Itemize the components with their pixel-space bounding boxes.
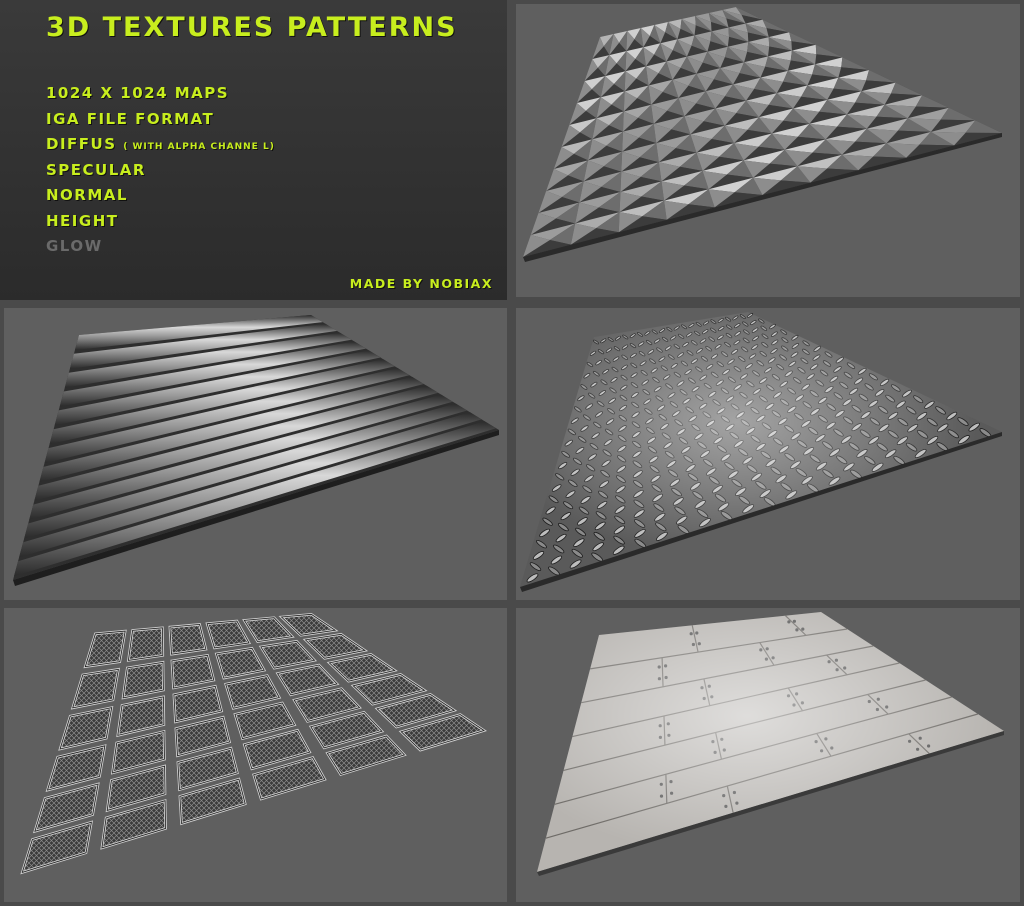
spec-label: GLOW: [46, 237, 103, 255]
diamond-plate-render: [520, 312, 1002, 592]
spec-label: NORMAL: [46, 186, 128, 204]
spec-item-height: HEIGHT: [46, 212, 275, 238]
preview-pyramid-studs: [516, 4, 1020, 297]
info-panel: 3D TEXTURES PATTERNS 1024 X 1024 MAPS IG…: [0, 0, 507, 300]
preview-corrugated: [4, 308, 507, 600]
preview-riveted-plates: [516, 608, 1020, 902]
spec-note: ( WITH ALPHA CHANNE L): [123, 142, 275, 152]
spec-item-glow: GLOW: [46, 237, 275, 263]
spec-item-diffus: DIFFUS ( WITH ALPHA CHANNE L): [46, 135, 275, 161]
pyramid-studs-render: [523, 7, 1002, 262]
spec-item-specular: SPECULAR: [46, 161, 275, 187]
spec-label: DIFFUS: [46, 135, 117, 153]
pyramid-grid: [523, 7, 1002, 262]
corrugated-render: [13, 315, 499, 586]
riveted-plates-render: [537, 612, 1004, 876]
spec-item-maps: 1024 X 1024 MAPS: [46, 84, 275, 110]
spec-label: 1024 X 1024 MAPS: [46, 84, 230, 102]
spec-label: SPECULAR: [46, 160, 146, 179]
grate-tiles-render: [20, 612, 487, 875]
spec-item-format: IGA FILE FORMAT: [46, 110, 275, 136]
tread-plate: [520, 312, 1002, 592]
riveted-plate-floor: [537, 612, 1004, 876]
page-title: 3D TEXTURES PATTERNS: [46, 12, 458, 43]
preview-grate-tiles: [4, 608, 507, 902]
grate-tiles: [20, 612, 487, 875]
spec-label: IGA FILE FORMAT: [46, 109, 215, 128]
preview-diamond-plate: [516, 308, 1020, 600]
spec-list: 1024 X 1024 MAPS IGA FILE FORMAT DIFFUS …: [46, 84, 275, 263]
spec-item-normal: NORMAL: [46, 186, 275, 212]
spec-label: HEIGHT: [46, 211, 119, 230]
corrugated-sheet: [13, 315, 499, 586]
author-credit: MADE BY NOBIAX: [349, 276, 493, 291]
